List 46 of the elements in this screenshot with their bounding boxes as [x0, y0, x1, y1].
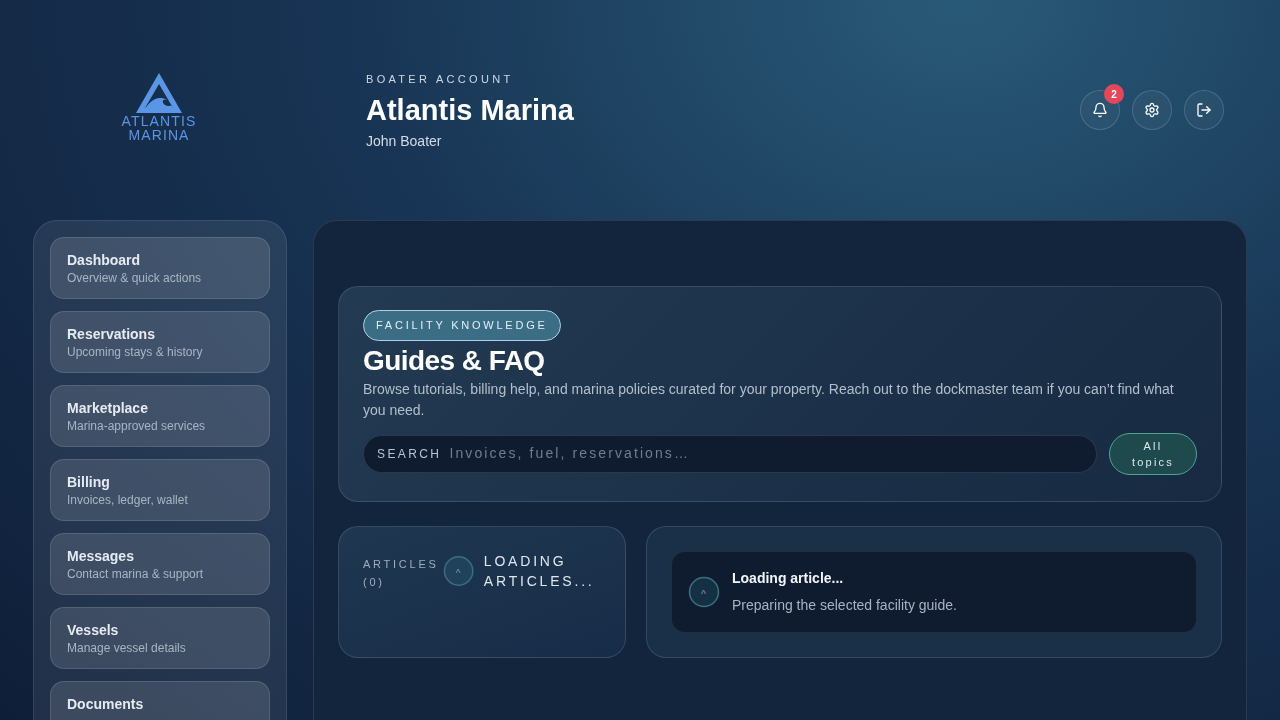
logout-icon	[1196, 102, 1212, 118]
section-description: Browse tutorials, billing help, and marina policies curated for your property. Reach out to the dockmaster team if you can’t find what you need.	[363, 379, 1175, 420]
sidebar-item[interactable]: Documents	[50, 681, 270, 720]
sidebar-item-label: Reservations	[67, 325, 156, 343]
user-name: John Boater	[366, 131, 443, 151]
sidebar-item-description: Manage vessel details	[67, 640, 187, 657]
logout-button[interactable]	[1184, 90, 1224, 130]
search-label: SEARCH	[377, 445, 442, 463]
bell-icon	[1092, 102, 1108, 118]
sidebar-item[interactable]: Reservations Upcoming stays & history	[50, 311, 270, 373]
logo-text: MARINA	[128, 128, 190, 142]
sidebar-item-label: Billing	[67, 473, 111, 491]
articles-count: (0)	[363, 574, 386, 590]
sidebar-item-description: Overview & quick actions	[67, 270, 203, 287]
sidebar-item-description: Contact marina & support	[67, 566, 205, 583]
sidebar-item-label: Messages	[67, 547, 135, 565]
logo-icon	[135, 72, 183, 114]
sidebar-item-description: Invoices, ledger, wallet	[67, 492, 189, 509]
article-description: Preparing the selected facility guide.	[732, 595, 957, 615]
article-title: Loading article...	[732, 568, 845, 588]
notification-badge: 2	[1104, 84, 1124, 104]
sidebar-item-label: Marketplace	[67, 399, 149, 417]
page-title: Atlantis Marina	[366, 92, 575, 128]
loading-status: LOADING ARTICLES...	[483, 551, 596, 591]
settings-icon	[1144, 102, 1160, 118]
sidebar-item-label: Dashboard	[67, 251, 142, 269]
logo-text: ATLANTIS	[121, 114, 197, 128]
sidebar-item[interactable]: Dashboard Overview & quick actions	[50, 237, 270, 299]
search-field[interactable]: SEARCH Invoices, fuel, reservations…	[363, 434, 1097, 473]
sidebar-item-description: Marina-approved services	[67, 418, 207, 435]
category-tag: FACILITY KNOWLEDGE	[363, 310, 561, 341]
spinner-icon	[442, 554, 474, 587]
sidebar-item[interactable]: Marketplace Marina-approved services	[50, 385, 270, 447]
sidebar-item[interactable]: Messages Contact marina & support	[50, 533, 270, 595]
sidebar-item-label: Documents	[67, 695, 145, 713]
eyebrow-label: BOATER ACCOUNT	[366, 72, 515, 87]
articles-label: ARTICLES	[363, 556, 439, 572]
spinner-icon	[688, 575, 720, 608]
section-title: Guides & FAQ	[363, 343, 546, 378]
search-input[interactable]: Invoices, fuel, reservations…	[449, 443, 1083, 464]
sidebar-item[interactable]: Vessels Manage vessel details	[50, 607, 270, 669]
settings-button[interactable]	[1132, 90, 1172, 130]
sidebar-item-description: Upcoming stays & history	[67, 344, 204, 361]
sidebar-item-label: Vessels	[67, 621, 120, 639]
sidebar-item[interactable]: Billing Invoices, ledger, wallet	[50, 459, 270, 521]
filter-button[interactable]: All topics	[1109, 432, 1197, 475]
